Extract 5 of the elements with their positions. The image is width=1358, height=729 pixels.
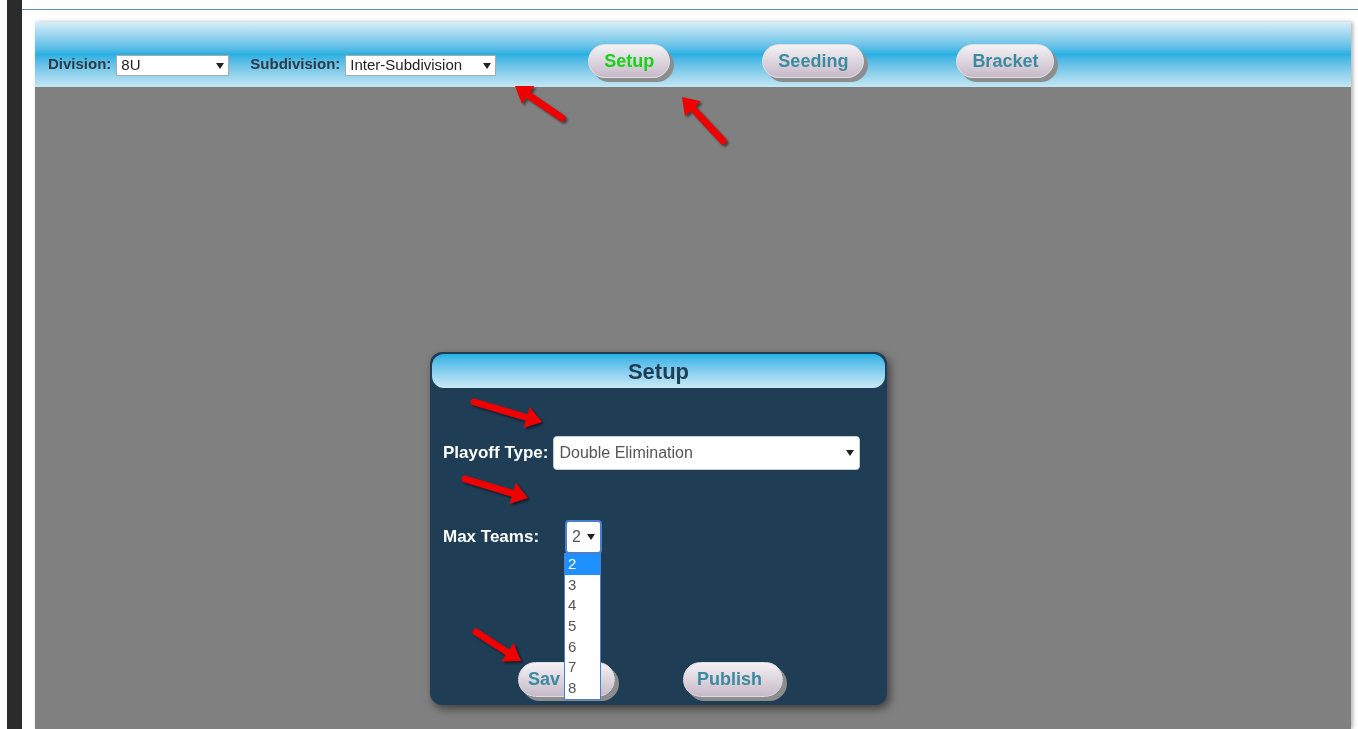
subdivision-label: Subdivision: [250,53,341,74]
division-label: Division: [48,53,112,74]
dialog-title: Setup [432,354,885,388]
playoff-type-label: Playoff Type: [443,442,549,465]
max-teams-label: Max Teams: [443,526,541,549]
